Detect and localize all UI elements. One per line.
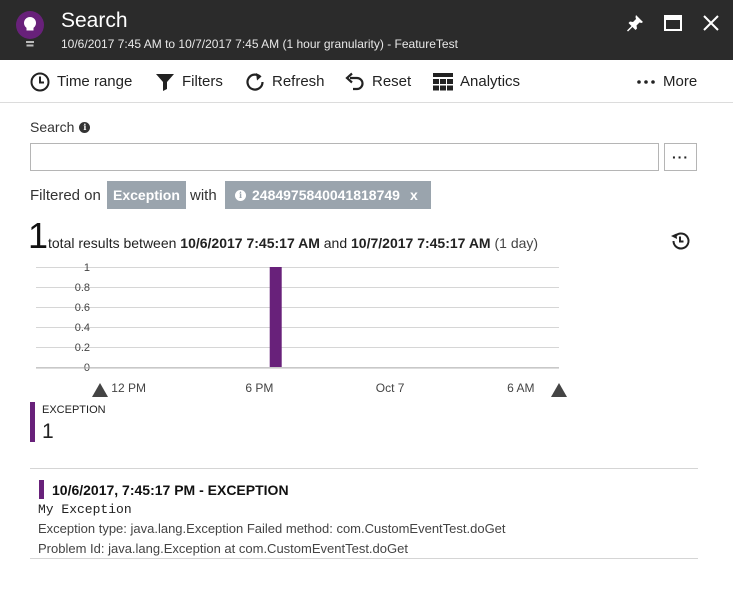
blade-header: Search 10/6/2017 7:45 AM to 10/7/2017 7:… bbox=[0, 0, 733, 60]
filter-icon bbox=[156, 73, 174, 91]
y-tick-label: 0.6 bbox=[75, 302, 90, 314]
maximize-icon bbox=[664, 15, 682, 31]
with-label: with bbox=[190, 187, 217, 204]
result-item[interactable]: 10/6/2017, 7:45:17 PM - EXCEPTION My Exc… bbox=[30, 469, 698, 559]
result-duration: (1 day) bbox=[494, 235, 539, 251]
legend-swatch bbox=[30, 402, 35, 442]
lightbulb-icon bbox=[16, 11, 44, 47]
maximize-button[interactable] bbox=[662, 12, 684, 34]
filter-chip-problem-id[interactable]: i 2484975840041818749 x bbox=[225, 181, 431, 209]
analytics-button[interactable]: Analytics bbox=[433, 60, 520, 103]
search-input[interactable] bbox=[30, 143, 659, 171]
time-range-button[interactable]: Time range bbox=[30, 60, 132, 103]
refresh-button[interactable]: Refresh bbox=[245, 60, 325, 103]
pin-icon bbox=[627, 15, 643, 32]
result-and: and bbox=[323, 235, 348, 251]
search-label: Search i bbox=[30, 119, 91, 135]
x-tick-label: 6 PM bbox=[245, 381, 273, 395]
info-icon: i bbox=[235, 189, 246, 201]
blade-title: Search bbox=[61, 9, 128, 32]
ellipsis-icon bbox=[637, 79, 655, 84]
analytics-grid-icon bbox=[433, 72, 453, 90]
reset-button[interactable]: Reset bbox=[345, 60, 411, 103]
result-problem-id: Problem Id: java.lang.Exception at com.C… bbox=[38, 541, 408, 556]
search-options-button[interactable]: ··· bbox=[664, 143, 697, 171]
more-label: More bbox=[663, 73, 698, 90]
reset-label: Reset bbox=[372, 73, 412, 90]
y-tick-label: 0.4 bbox=[75, 322, 90, 334]
chart-bar bbox=[269, 267, 282, 367]
result-summary-prefix: total results between bbox=[48, 235, 177, 251]
range-end-handle[interactable] bbox=[551, 383, 567, 397]
x-tick-label: 12 PM bbox=[111, 381, 146, 395]
legend-series-value: 1 bbox=[42, 420, 54, 443]
result-title: 10/6/2017, 7:45:17 PM - EXCEPTION bbox=[52, 482, 289, 498]
pin-button[interactable] bbox=[624, 12, 646, 34]
y-tick-label: 0.2 bbox=[75, 342, 90, 354]
result-detail: Exception type: java.lang.Exception Fail… bbox=[38, 521, 506, 536]
x-tick-label: Oct 7 bbox=[376, 381, 405, 395]
refresh-icon bbox=[246, 72, 264, 91]
result-summary: total results between 10/6/2017 7:45:17 … bbox=[48, 235, 538, 251]
more-button[interactable]: More bbox=[636, 60, 697, 103]
results-chart: 10.80.60.40.2012 PM 6 PM Oct 76 AM bbox=[36, 262, 567, 397]
refresh-label: Refresh bbox=[272, 73, 325, 90]
reset-icon bbox=[345, 72, 364, 90]
filters-button[interactable]: Filters bbox=[155, 60, 223, 103]
close-button[interactable] bbox=[700, 12, 722, 34]
result-count: 1 bbox=[28, 215, 49, 256]
legend-series-name: EXCEPTION bbox=[42, 404, 106, 416]
result-start: 10/6/2017 7:45:17 AM bbox=[180, 235, 320, 251]
blade-subtitle: 10/6/2017 7:45 AM to 10/7/2017 7:45 AM (… bbox=[61, 37, 458, 51]
result-list: 10/6/2017, 7:45:17 PM - EXCEPTION My Exc… bbox=[30, 468, 698, 559]
filters-label: Filters bbox=[182, 73, 223, 90]
remove-filter-button[interactable]: x bbox=[410, 187, 418, 203]
filter-chip-type[interactable]: Exception bbox=[107, 181, 186, 209]
filtered-on-label: Filtered on bbox=[30, 187, 101, 204]
command-bar: Time range Filters Refresh Reset Analyti… bbox=[0, 60, 733, 103]
analytics-label: Analytics bbox=[460, 73, 521, 90]
result-end: 10/7/2017 7:45:17 AM bbox=[351, 235, 491, 251]
y-tick-label: 0.8 bbox=[75, 282, 90, 294]
y-tick-label: 1 bbox=[84, 262, 90, 274]
result-message: My Exception bbox=[38, 502, 132, 517]
x-tick-label: 6 AM bbox=[507, 381, 534, 395]
range-start-handle[interactable] bbox=[92, 383, 108, 397]
history-icon[interactable] bbox=[669, 230, 691, 252]
time-range-label: Time range bbox=[57, 73, 133, 90]
search-label-text: Search bbox=[30, 119, 75, 135]
result-type-marker bbox=[39, 480, 44, 499]
filter-chip-id-label: 2484975840041818749 bbox=[252, 187, 400, 203]
close-icon bbox=[703, 15, 719, 31]
clock-icon bbox=[30, 72, 50, 91]
info-icon[interactable]: i bbox=[79, 121, 91, 133]
